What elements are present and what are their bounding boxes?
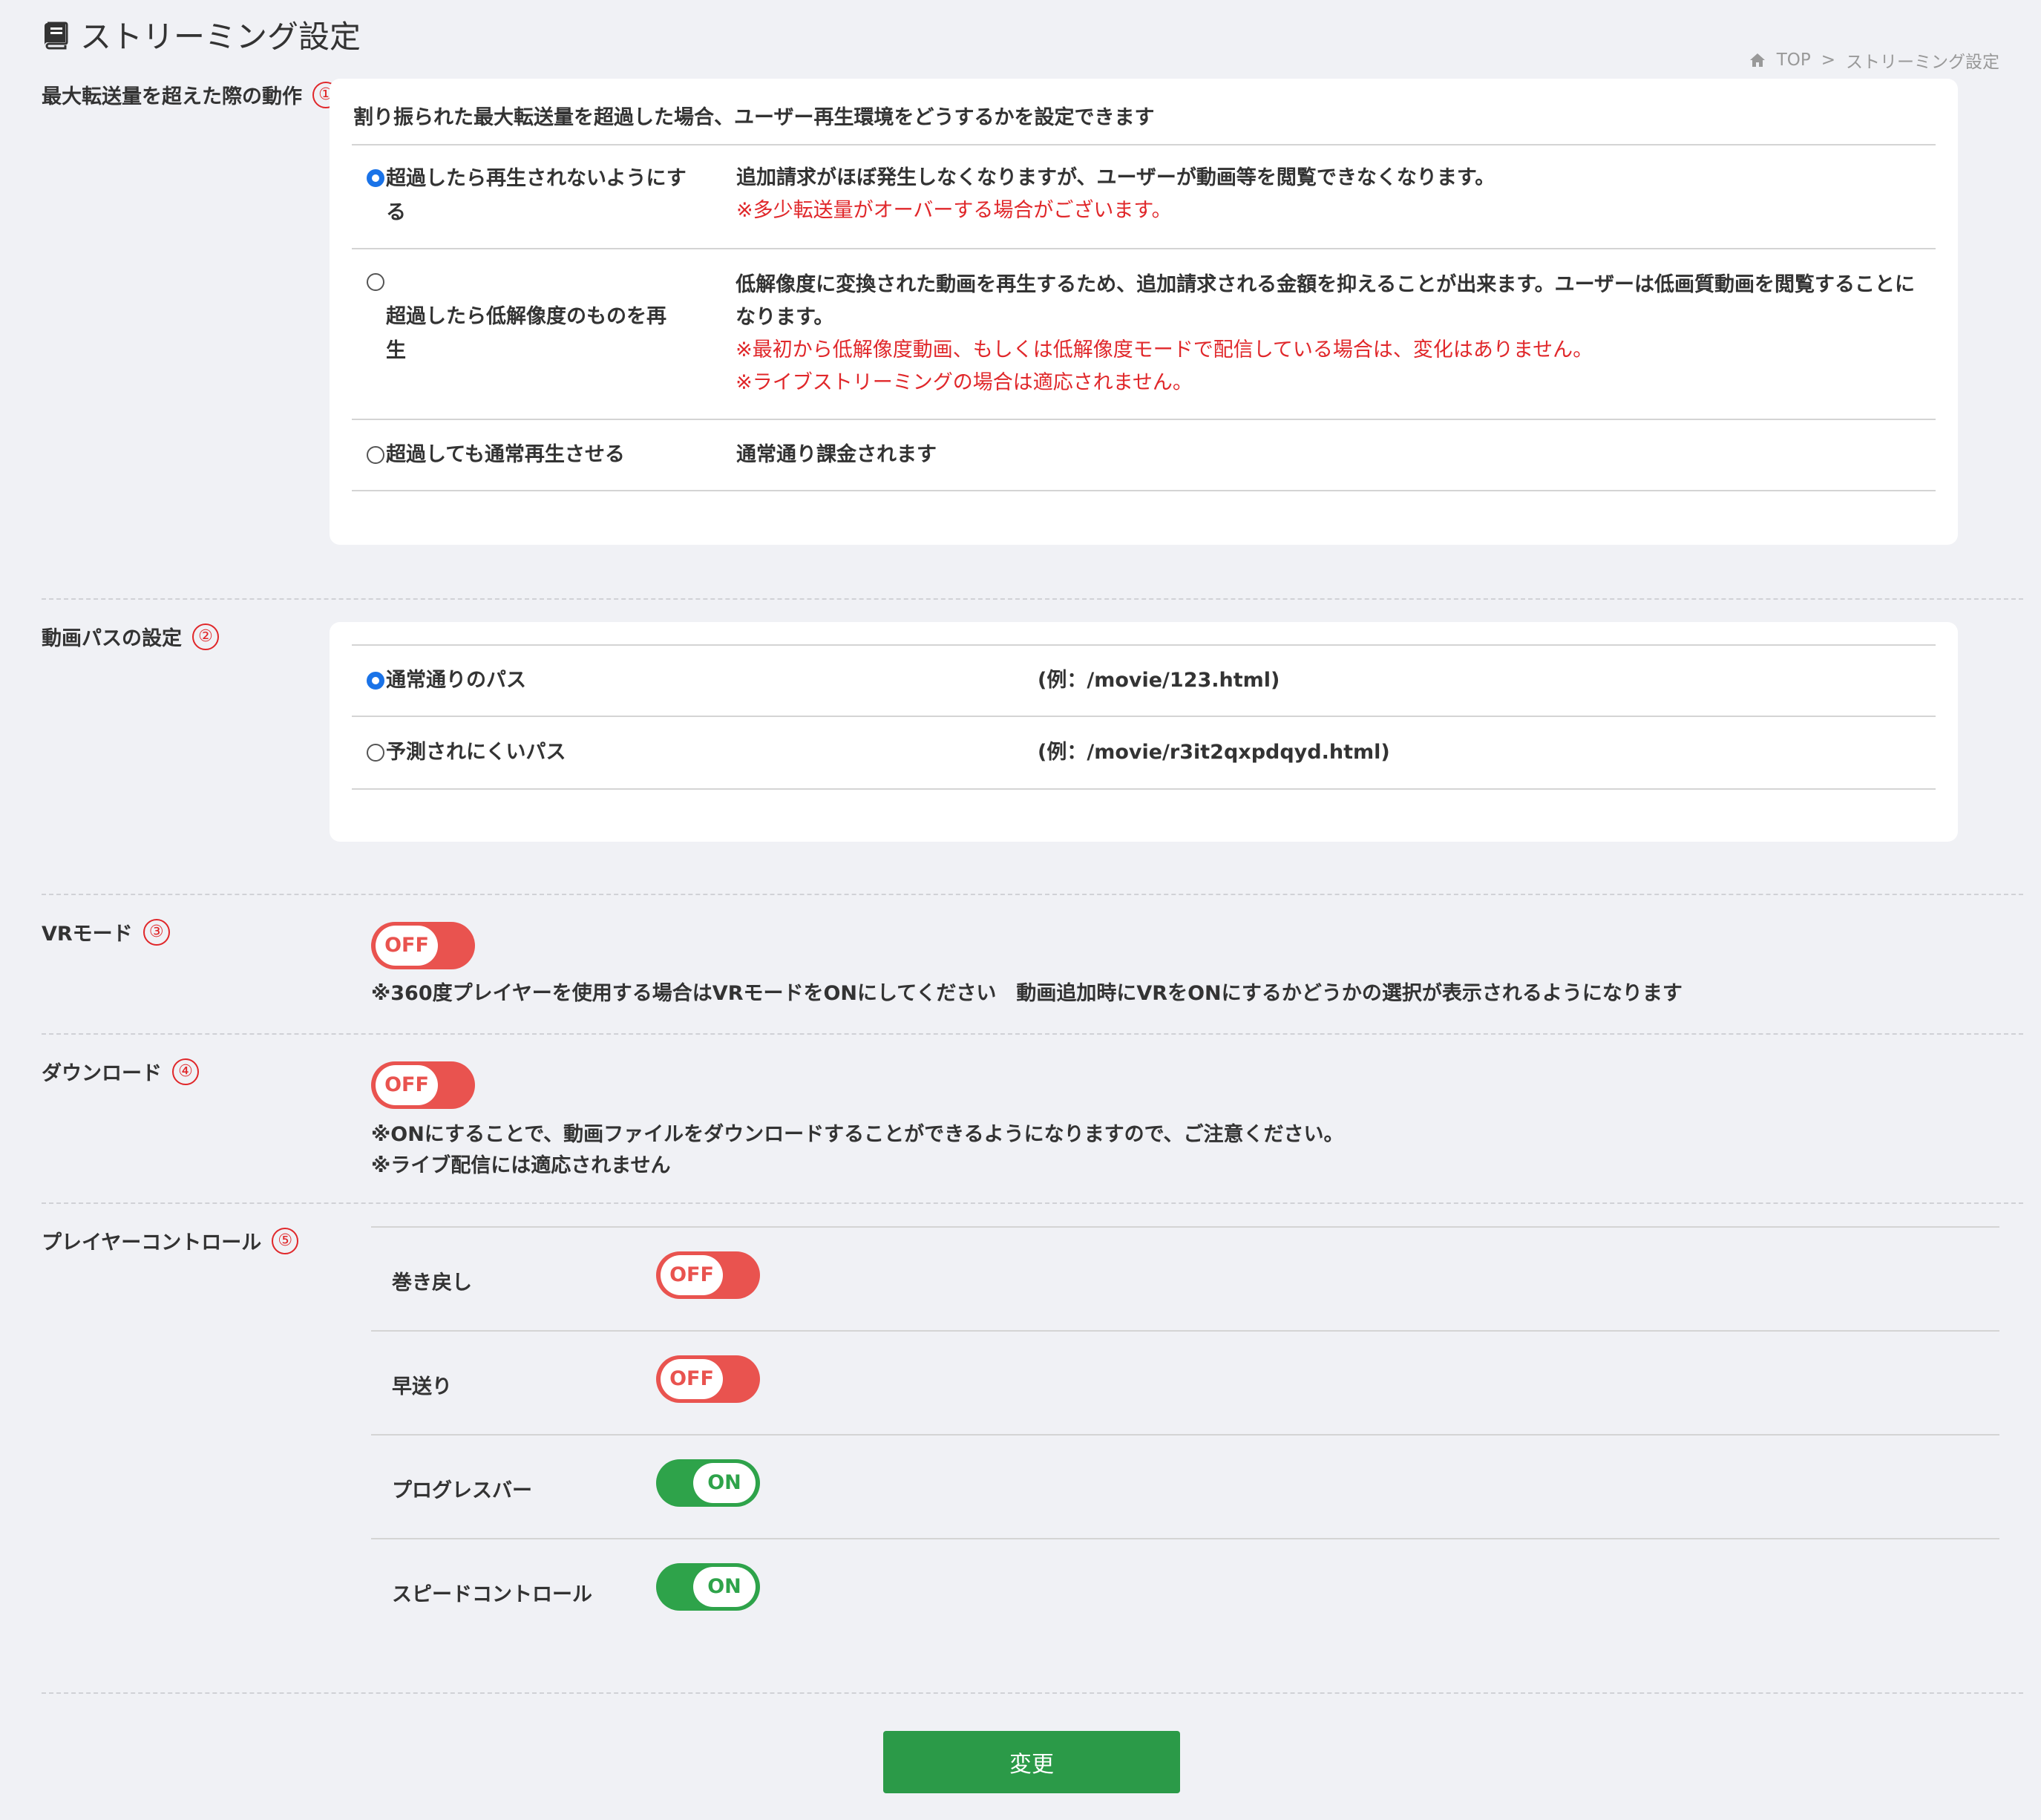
player-control-label: 巻き戻し <box>392 1271 472 1294</box>
label-line1: 超過したら再生されないようにす <box>386 167 687 190</box>
toggle-knob: OFF <box>376 1065 438 1105</box>
page-title-text: ストリーミング設定 <box>80 19 361 55</box>
transfer-options: 超過したら再生されないようにす る 追加請求がほぼ発生しなくなりますが、ユーザー… <box>352 144 1936 491</box>
player-control-rewind: 巻き戻し OFF <box>371 1226 1999 1330</box>
radio-button[interactable] <box>367 273 384 291</box>
path-label-text: 動画パスの設定 <box>42 627 182 650</box>
path-option-normal[interactable]: 通常通りのパス <box>352 646 1023 716</box>
download-label-text: ダウンロード <box>42 1062 162 1085</box>
download-section: ダウンロード ④ OFF ※ONにすることで、動画ファイルをダウンロードすること… <box>42 1035 2023 1204</box>
transfer-option-stop-label: 超過したら再生されないようにす る <box>386 162 687 230</box>
transfer-label-text: 最大転送量を超えた際の動作 <box>42 85 302 108</box>
download-toggle[interactable]: OFF <box>371 1061 475 1109</box>
player-control-progressbar: プログレスバー ON <box>371 1434 1999 1538</box>
page-title: ストリーミング設定 <box>42 12 361 57</box>
radio-button-checked[interactable] <box>367 672 384 690</box>
description-main: 追加請求がほぼ発生しなくなりますが、ユーザーが動画等を閲覧できなくなります。 <box>736 166 1495 189</box>
fastforward-toggle[interactable]: OFF <box>656 1355 760 1403</box>
path-card: 通常通りのパス (例：/movie/123.html) 予測されにくいパス (例… <box>330 622 1958 842</box>
download-help-text: ※ONにすることで、動画ファイルをダウンロードすることができるようになりますので… <box>371 1119 1344 1182</box>
path-options: 通常通りのパス (例：/movie/123.html) 予測されにくいパス (例… <box>352 644 1936 790</box>
transfer-card: 割り振られた最大転送量を超過した場合、ユーザー再生環境をどうするかを設定できます… <box>330 79 1958 545</box>
download-help-line1: ※ONにすることで、動画ファイルをダウンロードすることができるようになりますので… <box>371 1123 1344 1146</box>
label-line2: 生 <box>386 339 406 362</box>
breadcrumb: TOP > ストリーミング設定 <box>1749 48 1999 73</box>
player-control-label: 早送り <box>392 1375 452 1398</box>
breadcrumb-separator: > <box>1821 50 1835 70</box>
download-help-line2: ※ライブ配信には適応されません <box>371 1154 671 1177</box>
breadcrumb-top-link[interactable]: TOP <box>1777 50 1811 70</box>
transfer-option-lowres-description: 低解像度に変換された動画を再生するため、追加請求される金額を抑えることが出来ます… <box>721 249 1936 419</box>
progressbar-toggle[interactable]: ON <box>656 1459 760 1507</box>
vr-section: VRモード ③ OFF ※360度プレイヤーを使用する場合はVRモードをONにし… <box>42 895 2023 1035</box>
label-line1: 超過したら低解像度のものを再 <box>386 305 666 328</box>
transfer-option-row: 超過したら再生されないようにす る 追加請求がほぼ発生しなくなりますが、ユーザー… <box>352 144 1936 249</box>
vr-toggle[interactable]: OFF <box>371 922 475 969</box>
transfer-option-normal[interactable]: 超過しても通常再生させる <box>352 420 721 490</box>
player-section: プレイヤーコントロール ⑤ 巻き戻し OFF 早送り OFF プログレスバー O… <box>42 1204 2023 1694</box>
transfer-option-stop-description: 追加請求がほぼ発生しなくなりますが、ユーザーが動画等を閲覧できなくなります。 ※… <box>721 145 1510 248</box>
player-control-label: スピードコントロール <box>392 1583 592 1606</box>
book-icon <box>45 22 68 49</box>
player-label: プレイヤーコントロール ⑤ <box>42 1226 299 1255</box>
description-note: ※最初から低解像度動画、もしくは低解像度モードで配信している場合は、変化はありま… <box>736 338 1593 361</box>
home-icon[interactable] <box>1749 51 1766 69</box>
path-option-row: 通常通りのパス (例：/movie/123.html) <box>352 644 1936 717</box>
path-number-badge: ② <box>192 623 219 650</box>
description-note: ※多少転送量がオーバーする場合がございます。 <box>736 199 1172 222</box>
radio-button[interactable] <box>367 446 384 464</box>
toggle-knob: OFF <box>661 1255 723 1295</box>
rewind-toggle[interactable]: OFF <box>656 1251 760 1299</box>
submit-button[interactable]: 変更 <box>883 1731 1180 1793</box>
path-option-unpredictable[interactable]: 予測されにくいパス <box>352 717 1023 788</box>
toggle-knob: OFF <box>376 926 438 966</box>
description-main: 通常通り課金されます <box>736 443 937 466</box>
transfer-label: 最大転送量を超えた際の動作 ① <box>42 80 339 109</box>
transfer-option-stop[interactable]: 超過したら再生されないようにす る <box>352 145 721 248</box>
toggle-knob: ON <box>693 1567 756 1607</box>
player-label-text: プレイヤーコントロール <box>42 1231 262 1254</box>
path-example: (例：/movie/r3it2qxpdqyd.html) <box>1038 741 1390 764</box>
download-number-badge: ④ <box>172 1058 199 1085</box>
radio-button-checked[interactable] <box>367 169 384 187</box>
vr-label: VRモード ③ <box>42 917 170 946</box>
description-main: 低解像度に変換された動画を再生するため、追加請求される金額を抑えることが出来ます… <box>736 273 1916 329</box>
transfer-option-normal-description: 通常通り課金されます <box>721 420 951 490</box>
player-control-label: プログレスバー <box>392 1479 532 1502</box>
path-option-normal-label: 通常通りのパス <box>386 669 526 692</box>
vr-number-badge: ③ <box>142 918 170 946</box>
download-label: ダウンロード ④ <box>42 1057 199 1086</box>
path-option-row: 予測されにくいパス (例：/movie/r3it2qxpdqyd.html) <box>352 717 1936 790</box>
label-line2: る <box>386 201 406 224</box>
path-option-normal-example: (例：/movie/123.html) <box>1023 646 1294 716</box>
player-control-fastforward: 早送り OFF <box>371 1330 1999 1434</box>
transfer-option-lowres-label: 超過したら低解像度のものを再 生 <box>386 300 666 368</box>
path-option-unpredictable-label: 予測されにくいパス <box>386 741 566 764</box>
path-example: (例：/movie/123.html) <box>1038 669 1280 692</box>
player-control-speed: スピードコントロール ON <box>371 1538 1999 1642</box>
transfer-description: 割り振られた最大転送量を超過した場合、ユーザー再生環境をどうするかを設定できます <box>353 106 1155 129</box>
transfer-option-row: 超過したら低解像度のものを再 生 低解像度に変換された動画を再生するため、追加請… <box>352 249 1936 420</box>
path-label: 動画パスの設定 ② <box>42 622 219 651</box>
speed-toggle[interactable]: ON <box>656 1563 760 1611</box>
transfer-option-normal-label: 超過しても通常再生させる <box>386 443 625 466</box>
vr-help-text: ※360度プレイヤーを使用する場合はVRモードをONにしてください 動画追加時に… <box>371 982 1683 1005</box>
toggle-knob: ON <box>693 1463 756 1503</box>
player-number-badge: ⑤ <box>272 1227 299 1254</box>
vr-label-text: VRモード <box>42 923 133 946</box>
transfer-option-row: 超過しても通常再生させる 通常通り課金されます <box>352 420 1936 491</box>
breadcrumb-current: ストリーミング設定 <box>1846 53 1999 72</box>
toggle-knob: OFF <box>661 1359 723 1399</box>
path-option-unpredictable-example: (例：/movie/r3it2qxpdqyd.html) <box>1023 717 1405 788</box>
description-note: ※ライブストリーミングの場合は適応されません。 <box>736 371 1193 394</box>
transfer-option-lowres[interactable]: 超過したら低解像度のものを再 生 <box>352 249 721 419</box>
radio-button[interactable] <box>367 744 384 762</box>
